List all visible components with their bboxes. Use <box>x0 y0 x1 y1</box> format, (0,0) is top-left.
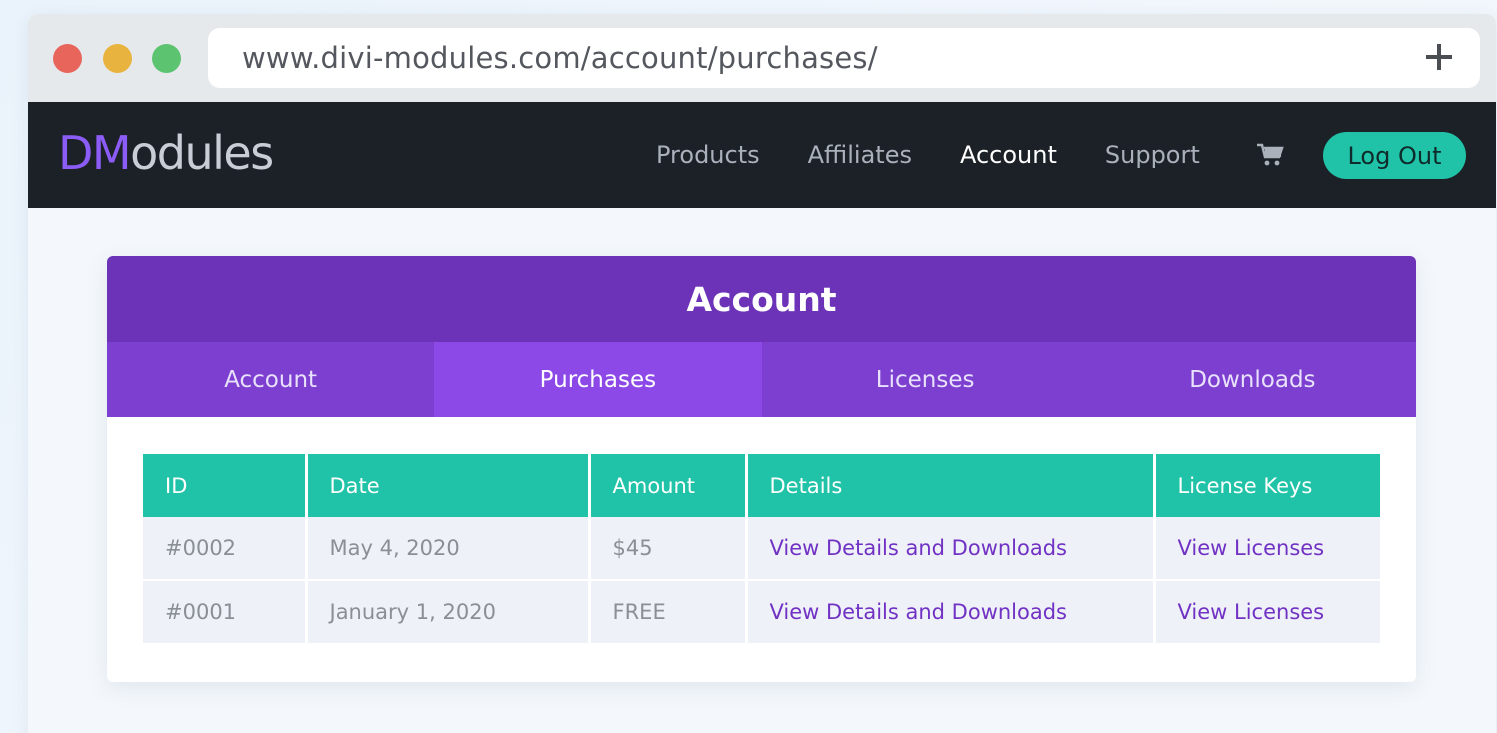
purchase-id: #0001 <box>143 580 308 643</box>
new-tab-plus-icon[interactable] <box>1422 40 1456 74</box>
site-navbar: DModules Products Affiliates Account Sup… <box>28 102 1496 208</box>
view-details-link[interactable]: View Details and Downloads <box>746 580 1156 643</box>
table-header-row: ID Date Amount Details License Keys <box>143 454 1380 517</box>
purchase-id: #0002 <box>143 517 308 581</box>
address-bar[interactable]: www.divi-modules.com/account/purchases/ <box>208 28 1480 88</box>
maximize-window-button[interactable] <box>152 44 181 73</box>
browser-window: www.divi-modules.com/account/purchases/ … <box>28 14 1496 733</box>
table-row: #0001 January 1, 2020 FREE View Details … <box>143 580 1380 643</box>
table-row: #0002 May 4, 2020 $45 View Details and D… <box>143 517 1380 581</box>
column-header-details: Details <box>746 454 1156 517</box>
purchase-date: May 4, 2020 <box>306 517 591 581</box>
purchases-table: ID Date Amount Details License Keys #000… <box>143 454 1380 643</box>
url-text[interactable]: www.divi-modules.com/account/purchases/ <box>242 41 878 75</box>
tab-downloads[interactable]: Downloads <box>1089 342 1416 417</box>
nav-link-support[interactable]: Support <box>1105 141 1200 169</box>
tab-purchases[interactable]: Purchases <box>434 342 762 417</box>
column-header-license-keys: License Keys <box>1154 454 1380 517</box>
browser-titlebar: www.divi-modules.com/account/purchases/ <box>28 14 1496 102</box>
view-details-link[interactable]: View Details and Downloads <box>746 517 1156 581</box>
close-window-button[interactable] <box>53 44 82 73</box>
nav-link-products[interactable]: Products <box>656 141 760 169</box>
shopping-cart-icon[interactable] <box>1256 142 1284 168</box>
column-header-date: Date <box>306 454 591 517</box>
account-card: Account Account Purchases Licenses Downl… <box>107 256 1416 682</box>
site-logo[interactable]: DModules <box>58 126 274 180</box>
purchase-date: January 1, 2020 <box>306 580 591 643</box>
view-licenses-link[interactable]: View Licenses <box>1154 580 1380 643</box>
account-card-header: Account <box>107 256 1416 342</box>
tab-licenses[interactable]: Licenses <box>762 342 1089 417</box>
account-tabs: Account Purchases Licenses Downloads <box>107 342 1416 417</box>
minimize-window-button[interactable] <box>103 44 132 73</box>
purchase-amount: FREE <box>589 580 748 643</box>
logout-button[interactable]: Log Out <box>1323 132 1466 179</box>
nav-links: Products Affiliates Account Support <box>656 102 1248 208</box>
page-content: Account Account Purchases Licenses Downl… <box>28 208 1496 733</box>
tab-account[interactable]: Account <box>107 342 434 417</box>
logo-rest-text: odules <box>130 126 274 180</box>
nav-link-account[interactable]: Account <box>960 141 1057 169</box>
logo-accent-text: DM <box>58 126 132 180</box>
view-licenses-link[interactable]: View Licenses <box>1154 517 1380 581</box>
column-header-id: ID <box>143 454 308 517</box>
purchase-amount: $45 <box>589 517 748 581</box>
column-header-amount: Amount <box>589 454 748 517</box>
page-title: Account <box>686 279 837 319</box>
nav-link-affiliates[interactable]: Affiliates <box>808 141 912 169</box>
